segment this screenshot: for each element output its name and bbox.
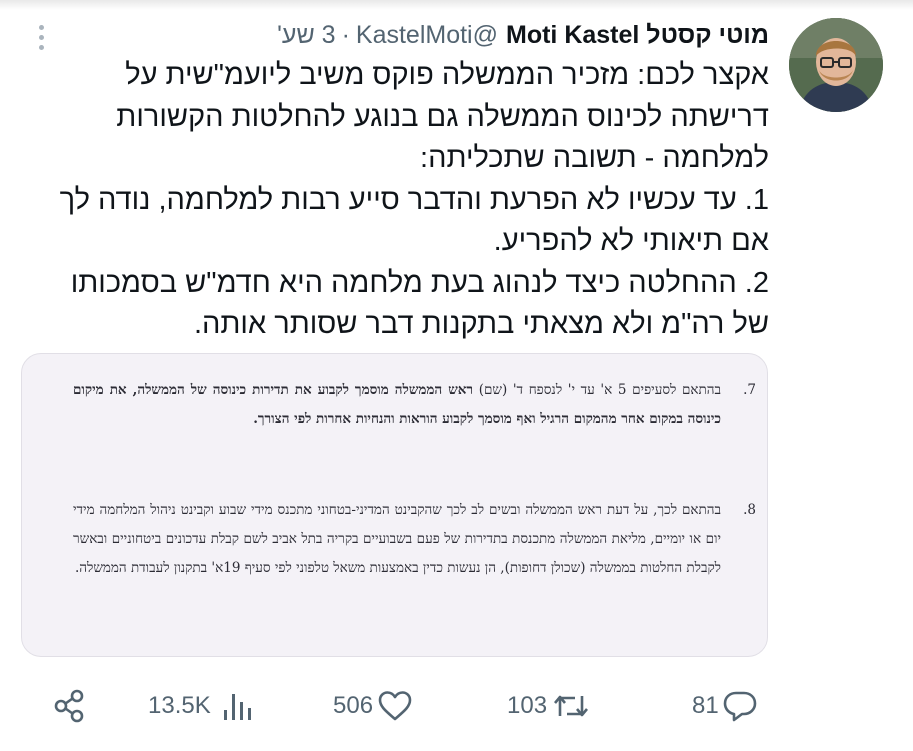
attached-document-image[interactable]: 7. בהתאם לסעיפים 5 א' עד י' לנספח ד' (שם… <box>21 353 768 657</box>
clause-text: בהתאם לסעיפים 5 א' עד י' לנספח ד' (שם) <box>473 382 721 398</box>
tweet-text-paragraph: אקצר לכם: מזכיר הממשלה פוקס משיב ליועמ"ש… <box>116 59 769 174</box>
retweet-icon <box>554 695 589 717</box>
clause-number: 8. <box>743 502 756 518</box>
header-separator: · <box>341 20 350 49</box>
reply-icon <box>723 691 757 722</box>
top-divider <box>0 0 913 10</box>
heart-icon <box>378 691 412 721</box>
avatar-image <box>789 18 883 112</box>
retweets-count: 103 <box>507 692 548 719</box>
document-clause-8: 8. בהתאם לכך, על דעת ראש הממשלה ובשים לב… <box>73 496 756 583</box>
views-button[interactable]: 13.5K <box>148 683 259 729</box>
avatar[interactable] <box>789 18 883 112</box>
timestamp[interactable]: 3 שע' <box>277 21 335 50</box>
share-button[interactable] <box>52 683 88 729</box>
display-name[interactable]: מוטי קסטל Moti Kastel <box>506 21 769 50</box>
tweet-text-paragraph: 1. עד עכשיו לא הפרעת והדבר סייע רבות למל… <box>59 183 769 258</box>
more-options-icon[interactable] <box>34 25 48 55</box>
likes-count: 506 <box>333 692 374 719</box>
retweet-button[interactable]: 103 <box>507 683 591 729</box>
views-count: 13.5K <box>148 692 211 719</box>
user-handle[interactable]: @KastelMoti <box>356 21 498 50</box>
tweet-header: מוטי קסטל Moti Kastel @KastelMoti · 3 שע… <box>277 19 769 51</box>
like-button[interactable]: 506 <box>333 683 413 729</box>
document-clause-7: 7. בהתאם לסעיפים 5 א' עד י' לנספח ד' (שם… <box>73 376 756 434</box>
clause-text: בהתאם לכך, על דעת ראש הממשלה ובשים לב לכ… <box>73 502 721 576</box>
views-icon <box>223 694 251 720</box>
tweet-text: אקצר לכם: מזכיר הממשלה פוקס משיב ליועמ"ש… <box>49 55 769 346</box>
tweet-text-paragraph: 2. ההחלטה כיצד לנהוג בעת מלחמה היא חדמ"ש… <box>70 266 769 341</box>
replies-count: 81 <box>692 692 719 719</box>
share-icon <box>54 689 84 723</box>
reply-button[interactable]: 81 <box>692 683 759 729</box>
clause-number: 7. <box>743 382 756 398</box>
tweet-actions: 13.5K 506 103 81 <box>0 683 913 729</box>
